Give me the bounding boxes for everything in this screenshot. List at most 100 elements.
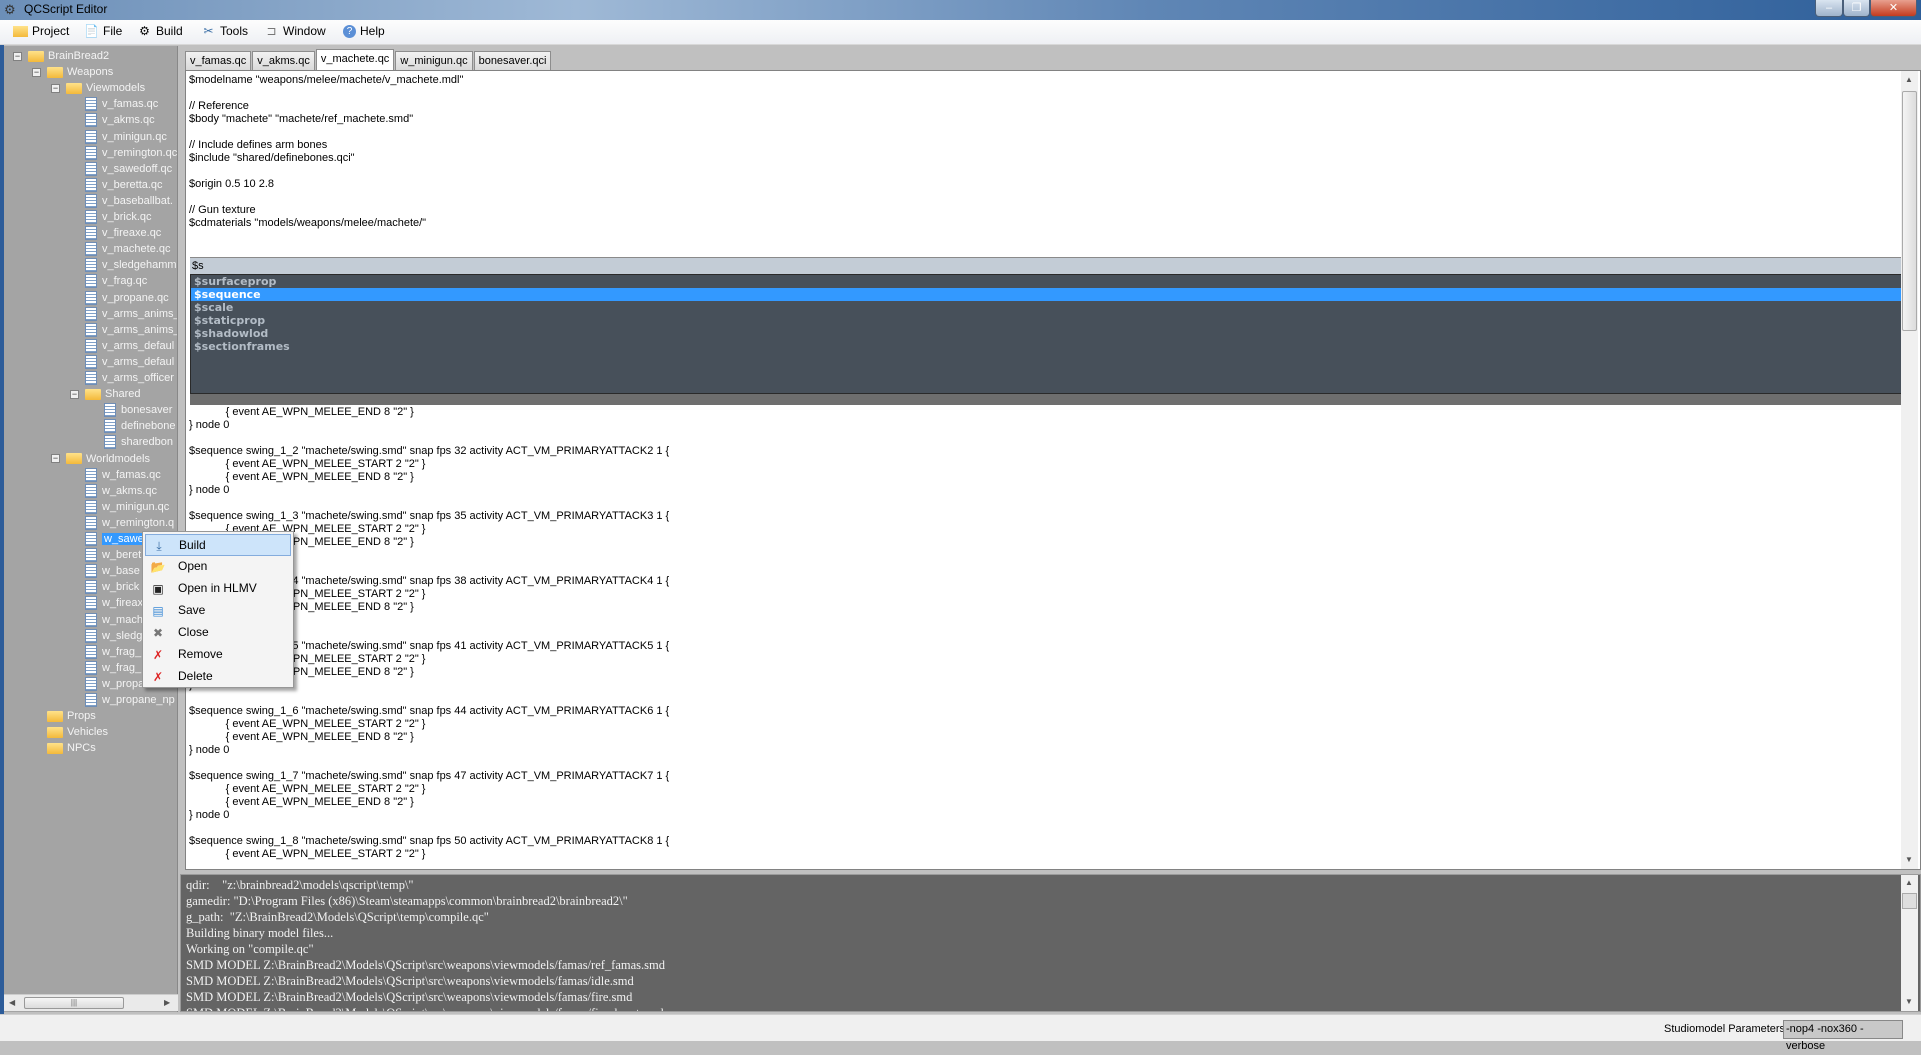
tree-item[interactable]: w_minigun.qc <box>85 499 169 515</box>
tree-item[interactable]: Props <box>47 708 96 724</box>
tree-item[interactable]: v_fireaxe.qc <box>85 225 161 241</box>
tree-item[interactable]: Worldmodels <box>66 451 150 467</box>
tree-item[interactable]: v_baseballbat. <box>85 193 173 209</box>
scrollbar-thumb[interactable] <box>1902 893 1917 909</box>
tree-item[interactable]: v_arms_defaul <box>85 338 174 354</box>
tab-v_machete-qc[interactable]: v_machete.qc <box>315 49 395 70</box>
studiomodel-parameters-input[interactable]: -nop4 -nox360 -verbose <box>1783 1020 1903 1052</box>
editor-vertical-scrollbar[interactable]: ▲ ▼ <box>1901 71 1918 869</box>
tree-item-label: w_propa <box>102 677 145 690</box>
context-menu-remove[interactable]: ✗ Remove <box>145 644 291 666</box>
tree-item[interactable]: Vehicles <box>47 724 108 740</box>
context-menu-open-in-hlmv[interactable]: ▣ Open in HLMV <box>145 578 291 600</box>
tree-item[interactable]: w_famas.qc <box>85 467 161 483</box>
tree-item[interactable]: NPCs <box>47 740 96 756</box>
menu-build[interactable]: ⚙ Build <box>137 24 183 38</box>
build-output-log[interactable]: qdir: "z:\brainbread2\models\qscript\tem… <box>180 874 1921 1012</box>
tree-item[interactable]: v_arms_officer <box>85 370 174 386</box>
code-editor[interactable]: $modelname "weapons/melee/machete/v_mach… <box>185 70 1921 870</box>
tree-item[interactable]: v_beretta.qc <box>85 177 163 193</box>
log-vertical-scrollbar[interactable]: ▲ ▼ <box>1901 875 1918 1011</box>
tree-item[interactable]: w_akms.qc <box>85 483 157 499</box>
tree-item[interactable]: w_beret <box>85 547 141 563</box>
tree-item[interactable]: Viewmodels <box>66 80 145 96</box>
collapse-toggle-icon[interactable]: − <box>32 67 41 77</box>
menu-project[interactable]: Project <box>13 24 69 38</box>
tree-item[interactable]: w_sledg <box>85 628 142 644</box>
tree-item[interactable]: w_mach <box>85 612 143 628</box>
tab-bonesaver-qci[interactable]: bonesaver.qci <box>473 51 552 70</box>
tab-w_minigun-qc[interactable]: w_minigun.qc <box>395 51 473 70</box>
scroll-up-icon[interactable]: ▲ <box>1905 878 1913 887</box>
context-menu-delete[interactable]: ✗ Delete <box>145 666 291 688</box>
tree-item[interactable]: Shared <box>85 386 140 402</box>
tree-item[interactable]: v_remington.qc <box>85 145 177 161</box>
tree-horizontal-scrollbar[interactable]: ◀ ||| ▶ <box>4 994 178 1011</box>
tree-item-label: w_propane_np <box>102 694 175 706</box>
tree-item[interactable]: v_sawedoff.qc <box>85 161 172 177</box>
tree-item[interactable]: w_propane_np <box>85 692 175 708</box>
collapse-toggle-icon[interactable]: − <box>13 51 22 61</box>
collapse-toggle-icon[interactable]: − <box>51 83 60 93</box>
tree-item[interactable]: w_brick <box>85 579 139 595</box>
tree-item[interactable]: BrainBread2 <box>28 48 109 64</box>
context-menu-open[interactable]: 📂 Open <box>145 556 291 578</box>
tree-item-label: v_famas.qc <box>102 98 159 111</box>
tree-item[interactable]: v_sledgehamm <box>85 257 177 273</box>
collapse-toggle-icon[interactable]: − <box>51 454 60 463</box>
autocomplete-item[interactable]: $sequence <box>191 288 1901 301</box>
tree-item[interactable]: v_propane.qc <box>85 290 169 306</box>
folder-icon <box>66 82 82 94</box>
autocomplete-item[interactable]: $sectionframes <box>191 340 1901 353</box>
tree-item[interactable]: w_sawe <box>85 531 146 547</box>
tree-item-label: BrainBread2 <box>48 50 110 62</box>
restore-button[interactable]: ❐ <box>1843 0 1870 17</box>
scroll-right-icon[interactable]: ▶ <box>164 998 170 1007</box>
context-menu-save[interactable]: ▤ Save <box>145 600 291 622</box>
tree-item[interactable]: w_propa <box>85 676 144 692</box>
tree-item[interactable]: w_fireax <box>85 595 143 611</box>
autocomplete-item[interactable]: $shadowlod <box>191 327 1901 340</box>
autocomplete-item[interactable]: $surfaceprop <box>191 275 1901 288</box>
tree-item[interactable]: v_famas.qc <box>85 96 158 112</box>
autocomplete-input[interactable]: $s <box>190 257 1902 274</box>
tree-item[interactable]: v_brick.qc <box>85 209 152 225</box>
tree-item[interactable]: v_machete.qc <box>85 241 170 257</box>
close-window-button[interactable]: ✕ <box>1870 0 1917 17</box>
tree-item[interactable]: w_frag_ <box>85 644 141 660</box>
file-icon <box>85 660 97 675</box>
scrollbar-thumb[interactable] <box>1902 91 1917 331</box>
tree-item[interactable]: v_arms_defaul <box>85 354 174 370</box>
context-menu-build[interactable]: ⤓ Build <box>145 534 291 556</box>
tree-item[interactable]: sharedbon <box>104 434 173 450</box>
tree-item[interactable]: w_frag_ <box>85 660 141 676</box>
project-tree[interactable]: − BrainBread2− Weapons − Viewmodels v_famas.q… <box>4 46 178 1012</box>
menu-tools[interactable]: ✂ Tools <box>201 24 248 38</box>
minimize-button[interactable]: – <box>1815 0 1843 17</box>
tree-item[interactable]: v_minigun.qc <box>85 129 167 145</box>
tree-item[interactable]: v_frag.qc <box>85 273 147 289</box>
autocomplete-item[interactable]: $staticprop <box>191 314 1901 327</box>
tree-item[interactable]: v_akms.qc <box>85 112 155 128</box>
scrollbar-thumb[interactable]: ||| <box>24 997 124 1009</box>
tab-v_akms-qc[interactable]: v_akms.qc <box>252 51 315 70</box>
scroll-left-icon[interactable]: ◀ <box>9 998 15 1007</box>
menu-file[interactable]: 📄 File <box>84 24 122 38</box>
collapse-toggle-icon[interactable]: − <box>70 389 79 399</box>
autocomplete-item[interactable]: $scale <box>191 301 1901 314</box>
tree-item[interactable]: w_remington.q <box>85 515 174 531</box>
tree-item[interactable]: Weapons <box>47 64 113 80</box>
scroll-down-icon[interactable]: ▼ <box>1905 855 1913 864</box>
tree-item[interactable]: v_arms_anims_ <box>85 322 177 338</box>
tree-item[interactable]: definebone <box>104 418 175 434</box>
menu-window[interactable]: ⊐ Window <box>264 24 325 38</box>
menu-help[interactable]: ? Help <box>343 24 385 38</box>
tab-v_famas-qc[interactable]: v_famas.qc <box>185 51 252 70</box>
tree-item[interactable]: w_base <box>85 563 140 579</box>
scroll-up-icon[interactable]: ▲ <box>1905 75 1913 84</box>
tree-item-label: Weapons <box>67 66 114 79</box>
tree-item[interactable]: v_arms_anims_ <box>85 306 177 322</box>
context-menu-close[interactable]: ✖ Close <box>145 622 291 644</box>
scroll-down-icon[interactable]: ▼ <box>1905 997 1913 1006</box>
tree-item[interactable]: bonesaver <box>104 402 172 418</box>
